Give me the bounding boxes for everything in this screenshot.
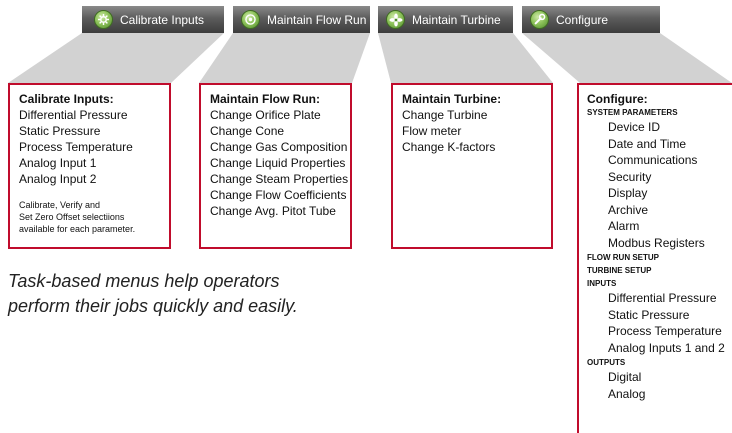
list-item[interactable]: Change K-factors <box>402 139 542 155</box>
funnel-maintain-turbine <box>378 33 553 83</box>
list-item[interactable]: Change Turbine <box>402 107 542 123</box>
list-item[interactable]: Flow meter <box>402 123 542 139</box>
section-turbine-setup[interactable]: TURBINE SETUP <box>587 265 732 277</box>
list-item[interactable]: Change Liquid Properties <box>210 155 345 171</box>
note-line: Calibrate, Verify and <box>19 200 101 210</box>
tab-label: Maintain Flow Run <box>267 12 367 27</box>
note-line: available for each parameter. <box>19 224 136 234</box>
section-inputs[interactable]: INPUTS <box>587 278 732 290</box>
tagline-line: perform their jobs quickly and easily. <box>8 296 298 316</box>
tab-label: Calibrate Inputs <box>120 12 205 27</box>
list-item[interactable]: Change Steam Properties <box>210 171 348 187</box>
section-outputs[interactable]: OUTPUTS <box>587 357 732 369</box>
list-item[interactable]: Static Pressure <box>587 307 732 324</box>
tab-calibrate-inputs[interactable]: Calibrate Inputs <box>82 6 224 33</box>
panel-title: Calibrate Inputs: <box>19 92 114 106</box>
tagline-line: Task-based menus help operators <box>8 271 280 291</box>
panel-configure: Configure: SYSTEM PARAMETERS Device ID D… <box>577 83 732 433</box>
list-item[interactable]: Communications <box>587 152 732 169</box>
list-item[interactable]: Analog Input 1 <box>19 155 160 171</box>
list-item[interactable]: Alarm <box>587 218 732 235</box>
panel-title: Maintain Turbine: <box>402 92 502 106</box>
list-item[interactable]: Change Flow Coefficients <box>210 187 347 203</box>
funnel-calibrate-inputs <box>8 33 224 83</box>
gear-icon <box>94 10 113 29</box>
tab-label: Maintain Turbine <box>412 12 501 27</box>
section-system-parameters[interactable]: SYSTEM PARAMETERS <box>587 107 732 119</box>
list-item[interactable]: Display <box>587 185 732 202</box>
list-item[interactable]: Date and Time <box>587 136 732 153</box>
list-item[interactable]: Analog <box>587 386 732 403</box>
tab-configure[interactable]: Configure <box>522 6 660 33</box>
list-item[interactable]: Change Cone <box>210 123 341 139</box>
wrench-icon <box>530 10 549 29</box>
gauge-icon <box>241 10 260 29</box>
note-line: Set Zero Offset selectiions <box>19 212 125 222</box>
list-item[interactable]: Differential Pressure <box>19 107 160 123</box>
list-item[interactable]: Process Temperature <box>19 139 160 155</box>
list-item[interactable]: Process Temperature <box>587 323 732 340</box>
list-item[interactable]: Static Pressure <box>19 123 160 139</box>
tab-label: Configure <box>556 12 609 27</box>
panel-calibrate-inputs: Calibrate Inputs: Differential Pressure … <box>8 83 171 249</box>
list-item[interactable]: Change Avg. Pitot Tube <box>210 203 341 219</box>
list-item[interactable]: Analog Inputs 1 and 2 <box>587 340 732 357</box>
list-item[interactable]: Digital <box>587 369 732 386</box>
tagline: Task-based menus help operators perform … <box>8 269 298 319</box>
panel-maintain-turbine: Maintain Turbine: Change Turbine Flow me… <box>391 83 553 249</box>
fan-icon <box>386 10 405 29</box>
funnel-configure <box>522 33 732 83</box>
tab-maintain-turbine[interactable]: Maintain Turbine <box>378 6 513 33</box>
list-item[interactable]: Change Gas Composition <box>210 139 347 155</box>
list-item[interactable]: Modbus Registers <box>587 235 732 252</box>
list-item[interactable]: Archive <box>587 202 732 219</box>
panel-title: Configure: <box>587 92 648 106</box>
tab-maintain-flow-run[interactable]: Maintain Flow Run <box>233 6 370 33</box>
list-item[interactable]: Security <box>587 169 732 186</box>
panel-title: Maintain Flow Run: <box>210 92 320 106</box>
list-item[interactable]: Device ID <box>587 119 732 136</box>
panel-maintain-flow-run: Maintain Flow Run: Change Orifice Plate … <box>199 83 352 249</box>
list-item[interactable]: Analog Input 2 <box>19 171 160 187</box>
list-item[interactable]: Differential Pressure <box>587 290 732 307</box>
list-item[interactable]: Change Orifice Plate <box>210 107 341 123</box>
section-flow-run-setup[interactable]: FLOW RUN SETUP <box>587 252 732 264</box>
panel-note: Calibrate, Verify and Set Zero Offset se… <box>19 199 160 235</box>
funnel-maintain-flow-run <box>199 33 370 83</box>
